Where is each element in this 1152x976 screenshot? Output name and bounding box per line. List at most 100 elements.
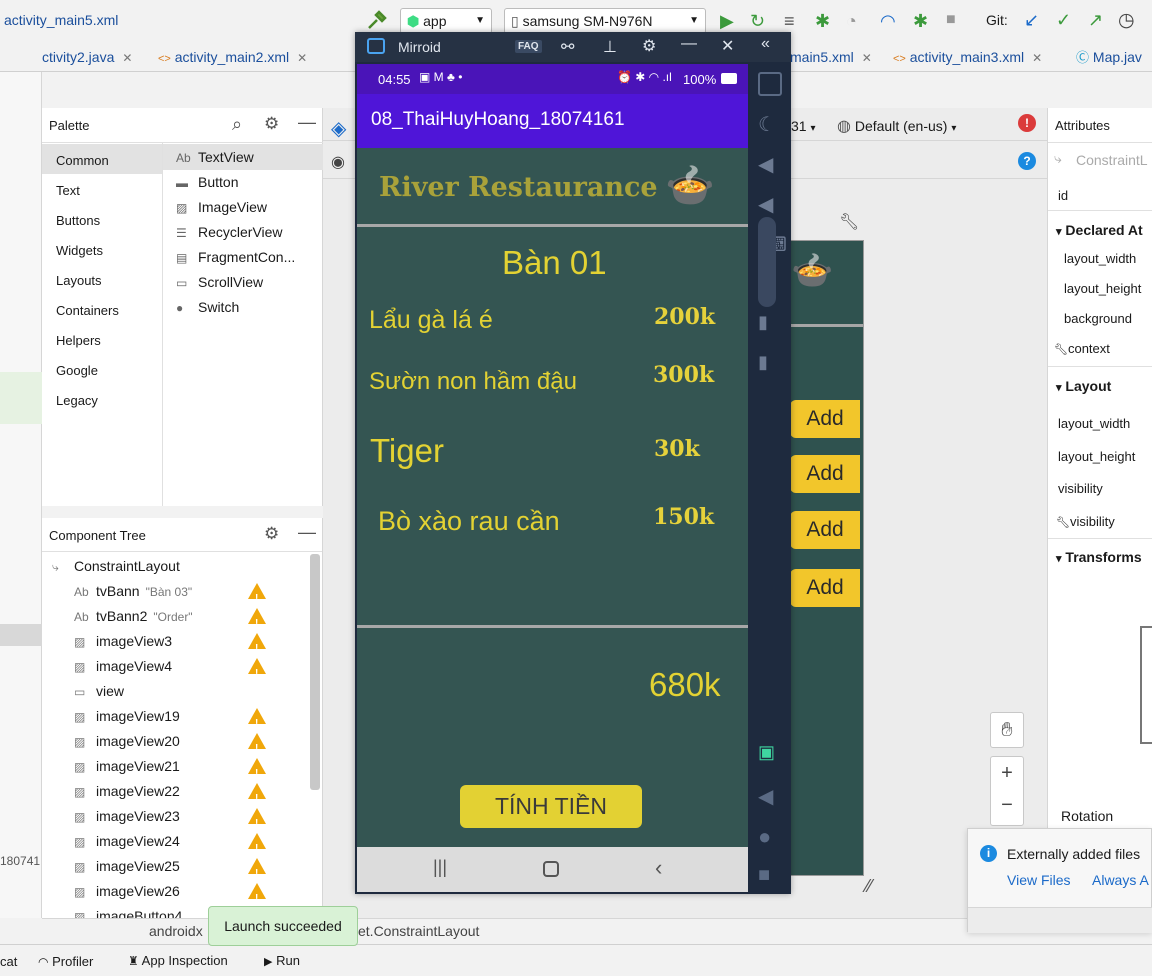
- declared-attributes-header[interactable]: ▾ Declared At: [1056, 222, 1143, 238]
- close-icon[interactable]: ✕: [122, 51, 132, 65]
- back-triangle-icon[interactable]: ◀: [758, 784, 782, 808]
- git-commit-icon[interactable]: ✓: [1056, 10, 1071, 31]
- back-icon[interactable]: ‹: [655, 855, 662, 881]
- android-toolkit-icon[interactable]: ▣: [758, 742, 782, 766]
- tab-map-java[interactable]: Ⓒ Map.jav: [1076, 42, 1142, 72]
- tree-item[interactable]: ▨ imageView20: [74, 729, 266, 761]
- recents-square-icon[interactable]: ■: [758, 864, 782, 888]
- palette-item-fragment[interactable]: ▤ FragmentCon...: [176, 249, 295, 265]
- warning-icon[interactable]: [248, 608, 266, 636]
- tree-item[interactable]: ▨ imageView19: [74, 704, 266, 736]
- tree-scrollbar[interactable]: [310, 554, 320, 790]
- tab-activity2-java[interactable]: ctivity2.java ✕: [42, 42, 132, 72]
- category-common[interactable]: Common: [56, 153, 109, 168]
- app-inspection-tab[interactable]: ♜ App Inspection: [128, 953, 228, 968]
- warning-icon[interactable]: [248, 783, 266, 811]
- tree-item[interactable]: ▨ imageView3: [74, 629, 266, 661]
- attr-layout-width[interactable]: layout_width: [1064, 251, 1136, 266]
- tree-item[interactable]: ▨ imageView25: [74, 854, 266, 886]
- category-buttons[interactable]: Buttons: [56, 213, 100, 228]
- add-button[interactable]: Add: [790, 511, 860, 549]
- profile-icon[interactable]: ◠: [880, 11, 896, 32]
- home-icon[interactable]: [543, 861, 559, 877]
- breadcrumb-left[interactable]: androidx: [149, 923, 203, 939]
- locale-select[interactable]: ◍ Default (en-us) ▾: [837, 116, 956, 136]
- tree-item[interactable]: ▨ imageView24: [74, 829, 266, 861]
- debug-icon[interactable]: ✱: [815, 11, 830, 32]
- gear-icon[interactable]: ⚙: [264, 524, 279, 544]
- tree-item[interactable]: Ab tvBann "Bàn 03": [74, 579, 266, 611]
- warning-icon[interactable]: [248, 708, 266, 736]
- api-level-select[interactable]: 31 ▾: [791, 118, 816, 134]
- attach-debugger-icon[interactable]: ◔: [846, 11, 857, 32]
- warning-icon[interactable]: [248, 633, 266, 661]
- run-tab[interactable]: ▶ Run: [264, 953, 300, 968]
- transforms-header[interactable]: ▾ Transforms: [1056, 549, 1142, 565]
- warning-icon[interactable]: [248, 833, 266, 861]
- profiler-tab[interactable]: ◠ Profiler: [38, 954, 93, 969]
- tree-item[interactable]: ▭ view: [74, 679, 124, 704]
- faq-button[interactable]: FAQ: [515, 40, 542, 53]
- attr-layout-height[interactable]: layout_height: [1058, 449, 1135, 464]
- category-helpers[interactable]: Helpers: [56, 333, 101, 348]
- breadcrumb-right[interactable]: et.ConstraintLayout: [358, 923, 479, 939]
- wrench-icon[interactable]: 🔧︎: [839, 212, 859, 232]
- attr-visibility[interactable]: visibility: [1058, 481, 1103, 496]
- category-widgets[interactable]: Widgets: [56, 243, 103, 258]
- tree-item[interactable]: ▨ imageView26: [74, 879, 266, 911]
- home-circle-icon[interactable]: ●: [758, 824, 782, 849]
- volume-up-icon[interactable]: ◀: [758, 152, 782, 176]
- pin-icon[interactable]: ⊥: [603, 37, 617, 57]
- logcat-tab[interactable]: cat: [0, 954, 17, 969]
- history-icon[interactable]: ◷: [1118, 9, 1135, 32]
- palette-item-textview[interactable]: Ab TextView: [176, 149, 254, 165]
- pan-hand-icon[interactable]: ✋︎: [990, 712, 1024, 748]
- category-containers[interactable]: Containers: [56, 303, 119, 318]
- search-icon[interactable]: ⌕: [232, 114, 242, 135]
- tree-item-root[interactable]: ⤷ ConstraintLayout: [52, 554, 180, 579]
- link-icon[interactable]: ⚯: [561, 37, 574, 57]
- category-google[interactable]: Google: [56, 363, 98, 378]
- apply-code-icon[interactable]: ≡: [784, 11, 795, 32]
- add-button[interactable]: Add: [790, 569, 860, 607]
- sidebar-scrollbar[interactable]: [758, 217, 776, 307]
- warning-icon[interactable]: [248, 758, 266, 786]
- run-icon[interactable]: ▶: [720, 11, 734, 32]
- record-icon[interactable]: ▮: [758, 312, 782, 336]
- warning-icon[interactable]: [248, 733, 266, 761]
- warning-icon[interactable]: [248, 583, 266, 611]
- add-button[interactable]: Add: [790, 400, 860, 438]
- tab-activity-main2[interactable]: <> activity_main2.xml ✕: [158, 42, 307, 72]
- minimize-icon[interactable]: —: [681, 35, 697, 53]
- tree-item[interactable]: ▨ imageView4: [74, 654, 266, 686]
- zoom-out-icon[interactable]: −: [991, 791, 1023, 825]
- resize-handle-icon[interactable]: ⁄⁄: [866, 876, 872, 897]
- attr-context[interactable]: 🔧︎context: [1054, 341, 1110, 356]
- tree-item[interactable]: ▨ imageView23: [74, 804, 266, 836]
- gear-icon[interactable]: ⚙: [264, 114, 279, 134]
- attr-layout-height[interactable]: layout_height: [1064, 281, 1141, 296]
- help-icon[interactable]: ?: [1018, 152, 1036, 170]
- view-files-link[interactable]: View Files: [1007, 872, 1071, 888]
- video-icon[interactable]: ▮: [758, 352, 782, 376]
- warning-icon[interactable]: [248, 808, 266, 836]
- tree-item[interactable]: ▨ imageButton4: [74, 904, 182, 918]
- close-icon[interactable]: ✕: [297, 51, 307, 65]
- stop-icon[interactable]: ■: [946, 11, 956, 29]
- debug-attach-icon[interactable]: ✱: [913, 11, 928, 32]
- tree-item[interactable]: ▨ imageView21: [74, 754, 266, 786]
- warning-icon[interactable]: [248, 858, 266, 886]
- minimize-icon[interactable]: —: [298, 112, 316, 133]
- attr-background[interactable]: background: [1064, 311, 1132, 326]
- tab-activity-main5[interactable]: main5.xml ✕: [790, 42, 872, 72]
- fullscreen-icon[interactable]: [758, 72, 782, 96]
- device-select[interactable]: ▯ samsung SM-N976N ▼: [504, 8, 706, 34]
- category-layouts[interactable]: Layouts: [56, 273, 102, 288]
- recents-icon[interactable]: |||: [433, 857, 447, 878]
- collapse-icon[interactable]: «: [761, 35, 770, 53]
- palette-item-button[interactable]: ▬ Button: [176, 174, 238, 190]
- palette-item-recyclerview[interactable]: ☰ RecyclerView: [176, 224, 283, 240]
- tab-activity-main3[interactable]: <> activity_main3.xml ✕: [893, 42, 1042, 72]
- attr-layout-width[interactable]: layout_width: [1058, 416, 1130, 431]
- git-push-icon[interactable]: ↗: [1088, 10, 1103, 31]
